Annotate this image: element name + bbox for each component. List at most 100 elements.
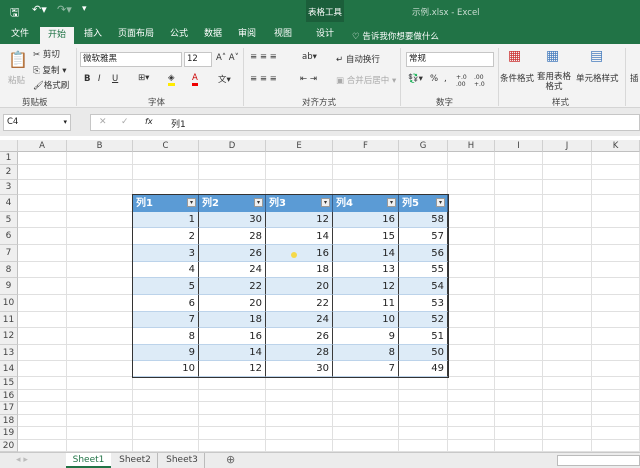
column-header[interactable]: A [18, 140, 67, 152]
table-cell[interactable]: 28 [266, 345, 333, 361]
chevron-down-icon[interactable]: ▾ [63, 115, 67, 130]
tab-file[interactable]: 文件 [6, 26, 34, 44]
tab-home[interactable]: 开始 [40, 27, 74, 44]
bold-button[interactable]: B [84, 74, 90, 84]
column-header[interactable]: I [495, 140, 543, 152]
table-cell[interactable]: 20 [266, 278, 333, 295]
table-cell[interactable]: 20 [199, 295, 266, 312]
sheet-tab-sheet3[interactable]: Sheet3 [160, 453, 205, 468]
row-header[interactable]: 1 [0, 152, 18, 165]
row-header[interactable]: 6 [0, 228, 18, 245]
table-cell[interactable]: 1 [133, 212, 199, 228]
column-header[interactable]: F [333, 140, 399, 152]
undo-icon[interactable]: ↶▾ [32, 3, 47, 16]
select-all-corner[interactable] [0, 140, 18, 152]
table-cell[interactable]: 12 [266, 212, 333, 228]
table-cell[interactable]: 10 [333, 312, 399, 328]
table-cell[interactable]: 16 [199, 328, 266, 345]
table-cell[interactable]: 55 [399, 262, 448, 278]
comma-button[interactable]: , [444, 74, 447, 84]
formula-input[interactable]: ✕ ✓ fx 列1 [90, 114, 640, 131]
row-header[interactable]: 14 [0, 361, 18, 377]
table-header-cell[interactable]: 列5▾ [399, 195, 448, 212]
column-header[interactable]: E [266, 140, 333, 152]
table-cell[interactable]: 14 [266, 228, 333, 245]
table-header-cell[interactable]: 列3▾ [266, 195, 333, 212]
table-cell[interactable]: 14 [333, 245, 399, 262]
decrease-decimal-button[interactable]: .00 +.0 [474, 74, 488, 88]
table-cell[interactable]: 57 [399, 228, 448, 245]
table-cell[interactable]: 5 [133, 278, 199, 295]
row-header[interactable]: 15 [0, 377, 18, 390]
table-cell[interactable]: 50 [399, 345, 448, 361]
italic-button[interactable]: I [98, 74, 101, 84]
copy-button[interactable]: ⎘ 复制 ▾ [33, 64, 67, 76]
horizontal-align-icons[interactable]: ≡ ≡ ≡ [250, 74, 277, 84]
column-header[interactable]: H [448, 140, 495, 152]
table-cell[interactable]: 56 [399, 245, 448, 262]
column-header[interactable]: C [133, 140, 199, 152]
fill-color-icon[interactable]: ◈ [168, 73, 175, 86]
format-as-table-icon[interactable]: ▦ [546, 48, 559, 64]
table-cell[interactable]: 18 [266, 262, 333, 278]
number-format-select[interactable]: 常规 [406, 52, 494, 67]
underline-button[interactable]: U [112, 74, 118, 84]
table-cell[interactable]: 28 [199, 228, 266, 245]
table-cell[interactable]: 22 [199, 278, 266, 295]
font-color-icon[interactable]: A [192, 73, 198, 86]
row-header[interactable]: 3 [0, 180, 18, 195]
filter-dropdown-icon[interactable]: ▾ [436, 198, 445, 207]
table-cell[interactable]: 16 [333, 212, 399, 228]
paste-icon[interactable]: 📋 [8, 50, 28, 69]
format-as-table-button[interactable]: 套用表格格式 [534, 72, 574, 92]
row-header[interactable]: 5 [0, 212, 18, 228]
tab-review[interactable]: 审阅 [234, 26, 260, 44]
table-cell[interactable]: 13 [333, 262, 399, 278]
column-header[interactable]: B [67, 140, 133, 152]
table-cell[interactable]: 51 [399, 328, 448, 345]
paste-button[interactable]: 粘贴 [8, 74, 25, 86]
name-box[interactable]: C4▾ [3, 114, 71, 131]
row-header[interactable]: 20 [0, 440, 18, 452]
conditional-format-icon[interactable]: ▦ [508, 48, 521, 64]
row-header[interactable]: 9 [0, 278, 18, 295]
grow-shrink-font-icons[interactable]: A˄ A˅ [216, 53, 239, 63]
indent-icons[interactable]: ⇤ ⇥ [300, 74, 317, 84]
table-cell[interactable]: 11 [333, 295, 399, 312]
filter-dropdown-icon[interactable]: ▾ [254, 198, 263, 207]
table-cell[interactable]: 8 [133, 328, 199, 345]
cell-styles-button[interactable]: 单元格样式 [576, 72, 619, 84]
column-header[interactable]: G [399, 140, 448, 152]
add-sheet-icon[interactable]: ⊕ [226, 453, 235, 466]
tab-formulas[interactable]: 公式 [166, 26, 192, 44]
tab-data[interactable]: 数据 [200, 26, 226, 44]
merge-center-button[interactable]: ▣ 合并后居中 ▾ [336, 74, 396, 86]
table-cell[interactable]: 12 [333, 278, 399, 295]
vertical-align-icons[interactable]: ≡ ≡ ≡ [250, 52, 277, 62]
tab-page-layout[interactable]: 页面布局 [114, 26, 158, 44]
phonetic-icon[interactable]: 文▾ [218, 73, 231, 85]
enter-icon[interactable]: ✓ [121, 117, 129, 127]
conditional-format-button[interactable]: 条件格式 [500, 72, 534, 84]
table-cell[interactable]: 30 [199, 212, 266, 228]
borders-icon[interactable]: ⊞▾ [138, 73, 149, 83]
filter-dropdown-icon[interactable]: ▾ [321, 198, 330, 207]
table-cell[interactable]: 26 [199, 245, 266, 262]
table-cell[interactable]: 10 [133, 361, 199, 377]
row-header[interactable]: 4 [0, 195, 18, 212]
table-cell[interactable]: 30 [266, 361, 333, 377]
table-cell[interactable]: 3 [133, 245, 199, 262]
table-cell[interactable]: 26 [266, 328, 333, 345]
table-cell[interactable]: 2 [133, 228, 199, 245]
font-size-select[interactable]: 12 [184, 52, 212, 67]
tab-insert[interactable]: 插入 [80, 26, 106, 44]
tell-me-box[interactable]: ♡ 告诉我你想要做什么 [352, 30, 439, 42]
cancel-icon[interactable]: ✕ [99, 117, 107, 127]
table-cell[interactable]: 24 [199, 262, 266, 278]
spreadsheet-grid[interactable]: ABCDEFGHIJK12345678910111213141516171819… [0, 140, 640, 452]
percent-button[interactable]: % [430, 74, 438, 84]
orientation-icon[interactable]: ab▾ [302, 52, 317, 62]
row-header[interactable]: 7 [0, 245, 18, 262]
table-cell[interactable]: 18 [199, 312, 266, 328]
table-cell[interactable]: 12 [199, 361, 266, 377]
